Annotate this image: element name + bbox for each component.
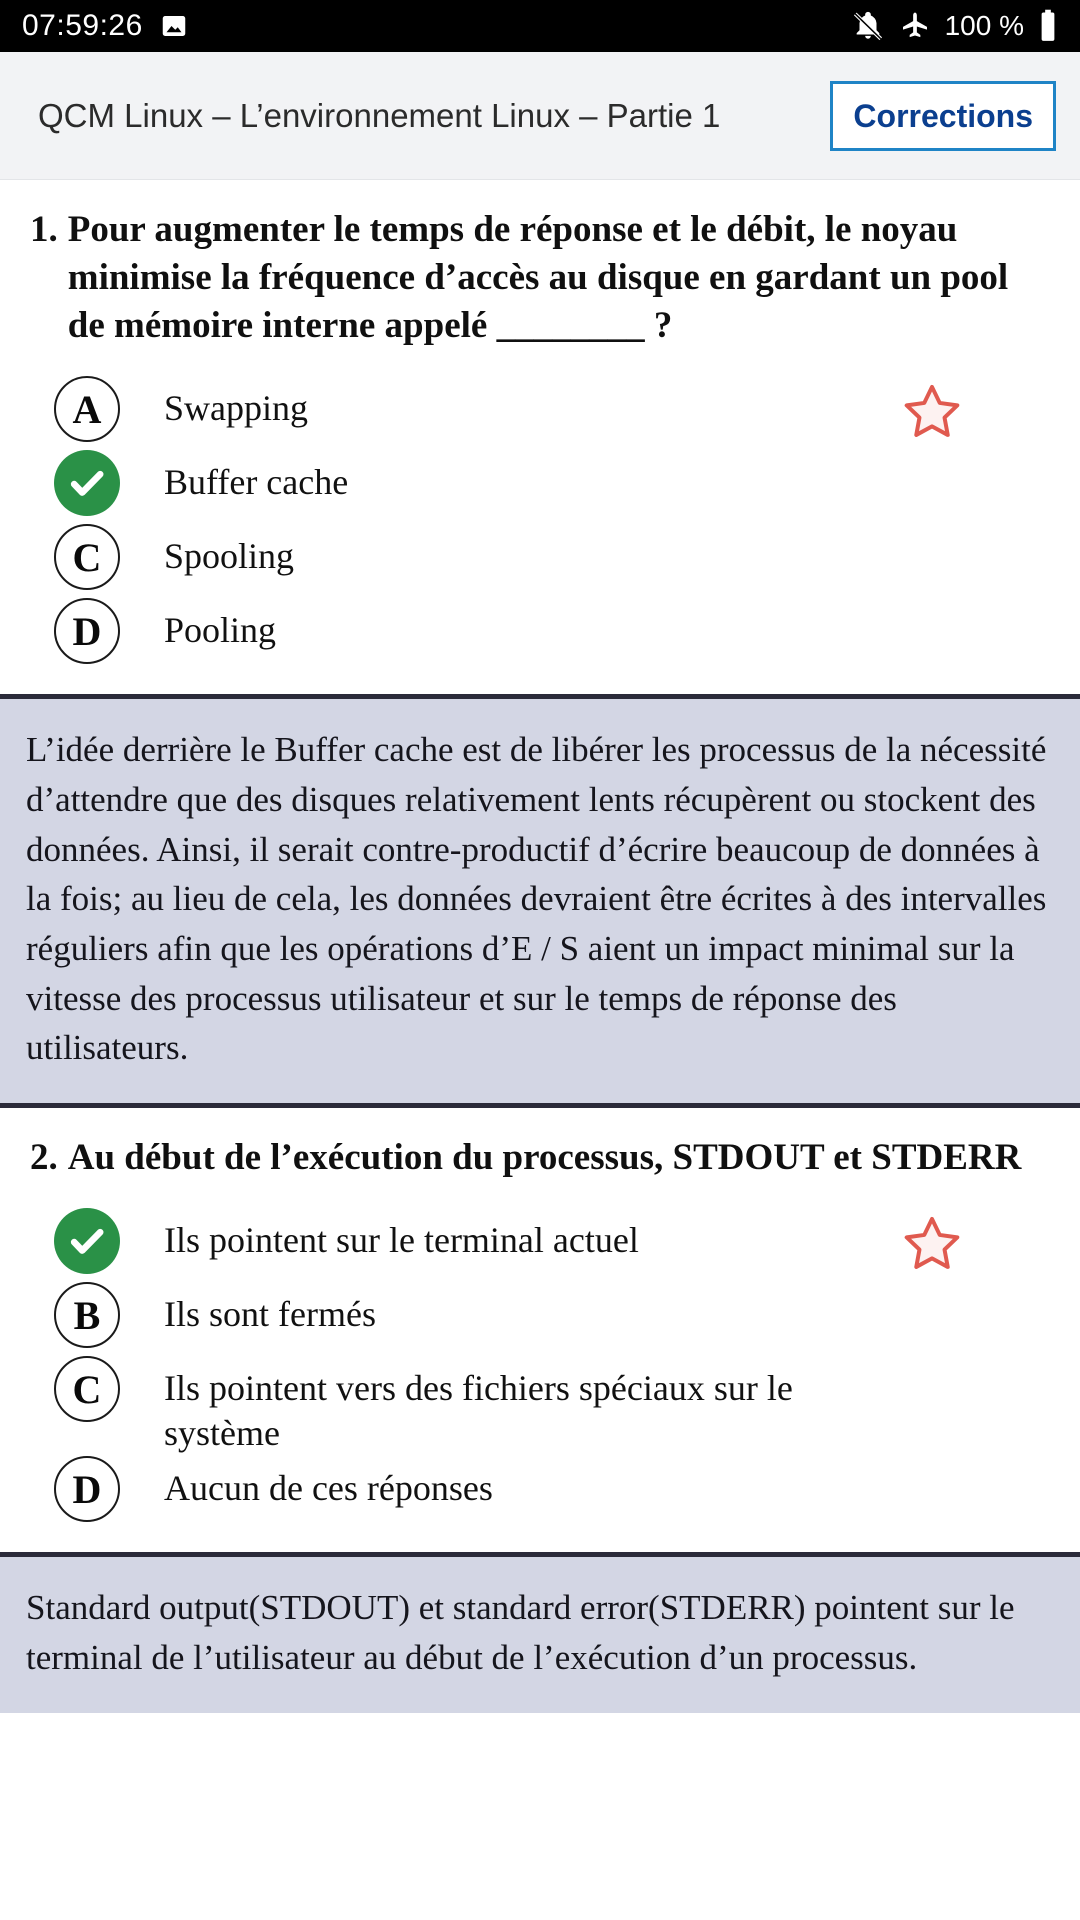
question-body: Pour augmenter le temps de réponse et le… — [67, 209, 1009, 347]
option-row[interactable]: A Swapping — [30, 376, 1050, 450]
option-row[interactable]: C Spooling — [30, 524, 1050, 598]
explanation-text: Standard output(STDOUT) et standard erro… — [26, 1588, 1015, 1677]
option-label: Ils pointent sur le terminal actuel — [164, 1220, 639, 1261]
option-row[interactable]: D Pooling — [30, 598, 1050, 672]
bell-off-icon — [851, 9, 885, 43]
option-letter-label: C — [54, 524, 120, 591]
option-letter-c[interactable]: C — [54, 1356, 120, 1423]
option-label: Swapping — [164, 388, 308, 429]
option-label: Pooling — [164, 610, 277, 651]
question-text: 1. Pour augmenter le temps de réponse et … — [30, 206, 1050, 350]
option-row[interactable]: D Aucun de ces réponses — [30, 1456, 1050, 1530]
option-letter-label: D — [54, 598, 120, 665]
corrections-button[interactable]: Corrections — [830, 80, 1056, 151]
battery-percent-label: 100 % — [944, 10, 1024, 41]
correct-answer-check-icon — [54, 450, 120, 517]
question-block: 2. Au début de l’exécution du processus, … — [0, 1108, 1080, 1530]
favorite-star-icon[interactable] — [900, 1212, 964, 1276]
option-letter-label: D — [54, 1456, 120, 1523]
app-header: QCM Linux – L’environnement Linux – Part… — [0, 52, 1080, 180]
option-list: Ils pointent sur le terminal actuel B Ils … — [30, 1208, 1050, 1530]
airplane-mode-icon — [899, 10, 931, 42]
option-letter-label: B — [54, 1282, 120, 1349]
option-letter-label: C — [54, 1356, 120, 1423]
image-icon — [159, 11, 189, 41]
option-row[interactable]: B Ils sont fermés — [30, 1282, 1050, 1356]
question-number: 1. — [30, 209, 58, 250]
option-label: Ils pointent vers des fichiers spéciaux … — [164, 1368, 793, 1454]
option-row[interactable]: C Ils pointent vers des fichiers spéciaux… — [30, 1356, 1050, 1456]
question-body: Au début de l’exécution du processus, ST… — [67, 1137, 1022, 1179]
option-letter-b[interactable]: B — [54, 1282, 120, 1349]
option-label: Ils sont fermés — [164, 1294, 376, 1335]
favorite-star-icon[interactable] — [900, 380, 964, 444]
status-clock: 07:59:26 — [22, 9, 143, 42]
option-row[interactable]: Buffer cache — [30, 450, 1050, 524]
option-letter-label: A — [54, 376, 120, 443]
status-bar-right: 100 % — [851, 9, 1058, 43]
correct-answer-check-icon — [54, 1208, 120, 1275]
option-letter-d[interactable]: D — [54, 598, 120, 665]
option-row[interactable]: Ils pointent sur le terminal actuel — [30, 1208, 1050, 1282]
option-label: Spooling — [164, 536, 295, 577]
question-block: 1. Pour augmenter le temps de réponse et … — [0, 180, 1080, 672]
quiz-content: 1. Pour augmenter le temps de réponse et … — [0, 180, 1080, 1713]
page-title: QCM Linux – L’environnement Linux – Part… — [38, 96, 721, 134]
option-list: A Swapping Buffer cache C Spooling D Pooling — [30, 376, 1050, 672]
question-text: 2. Au début de l’exécution du processus, … — [30, 1134, 1050, 1182]
explanation-box: L’idée derrière le Buffer cache est de l… — [0, 694, 1080, 1109]
explanation-box: Standard output(STDOUT) et standard erro… — [0, 1552, 1080, 1713]
option-letter-a[interactable]: A — [54, 376, 120, 443]
option-letter-d[interactable]: D — [54, 1456, 120, 1523]
explanation-text: L’idée derrière le Buffer cache est de l… — [26, 730, 1047, 1068]
status-bar-left: 07:59:26 — [22, 11, 189, 41]
option-letter-c[interactable]: C — [54, 524, 120, 591]
option-label: Aucun de ces réponses — [164, 1468, 493, 1509]
status-bar: 07:59:26 100 % — [0, 0, 1080, 52]
battery-full-icon — [1038, 9, 1058, 43]
option-label: Buffer cache — [164, 462, 349, 503]
question-number: 2. — [30, 1137, 58, 1179]
